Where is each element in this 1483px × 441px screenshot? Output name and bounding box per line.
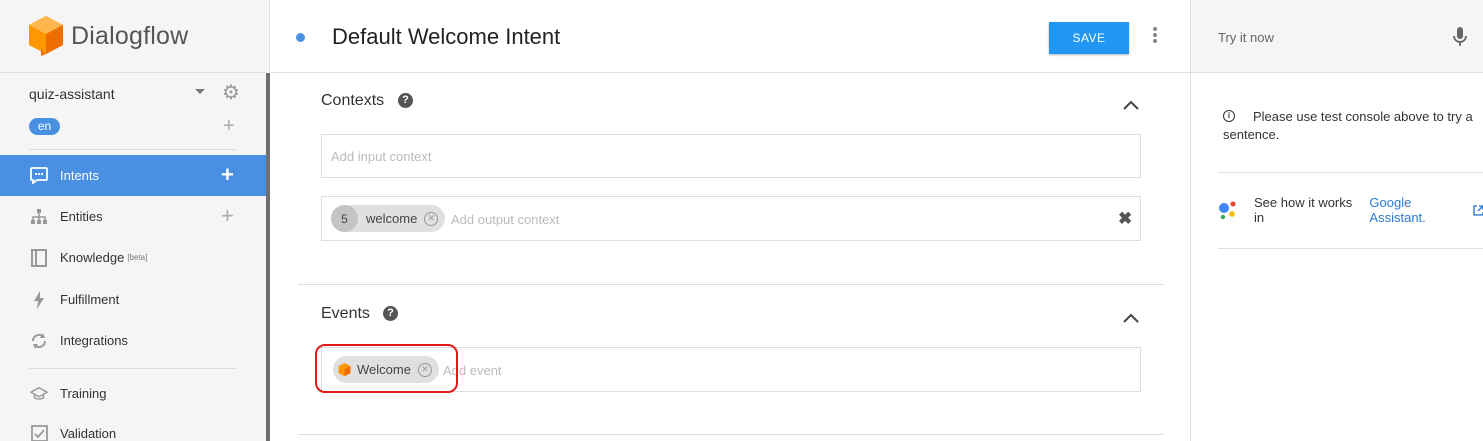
checkbox-icon <box>30 425 48 441</box>
sidebar-item-label: Fulfillment <box>60 292 120 307</box>
chevron-up-icon[interactable] <box>1123 313 1139 323</box>
intent-header: Default Welcome Intent SAVE <box>271 0 1190 73</box>
external-link-icon[interactable] <box>1473 204 1483 216</box>
more-options-icon[interactable] <box>1151 27 1159 45</box>
info-message: i Please use test console above to try a… <box>1223 108 1473 144</box>
help-icon[interactable]: ? <box>398 93 413 108</box>
try-it-now-bar[interactable]: Try it now <box>1191 0 1483 73</box>
sidebar-item-integrations[interactable]: Integrations <box>0 320 266 361</box>
sidebar-item-knowledge[interactable]: Knowledge [beta] <box>0 237 266 278</box>
brand: Dialogflow <box>0 0 266 73</box>
graduation-cap-icon <box>30 385 48 403</box>
try-it-now-input[interactable]: Try it now <box>1218 30 1274 45</box>
google-assistant-icon <box>1218 200 1242 220</box>
remove-chip-icon[interactable]: ✕ <box>424 211 439 226</box>
sidebar-item-label: Entities <box>60 209 103 224</box>
output-context-field[interactable]: 5 welcome ✕ Add output context ✖ <box>321 196 1141 241</box>
section-divider <box>298 434 1163 435</box>
info-text: Please use test console above to try a s… <box>1223 109 1473 142</box>
sidebar-item-training[interactable]: Training <box>0 373 266 414</box>
status-dot <box>296 33 305 42</box>
info-icon: i <box>1223 110 1235 122</box>
agent-name: quiz-assistant <box>29 86 115 102</box>
sidebar-item-label: Intents <box>60 168 100 183</box>
assistant-text: See how it works in <box>1254 195 1353 225</box>
save-button[interactable]: SAVE <box>1049 22 1129 54</box>
input-context-placeholder: Add input context <box>331 149 432 164</box>
highlight-annotation <box>315 344 458 393</box>
context-name: welcome <box>366 211 418 226</box>
sidebar-scrollbar[interactable] <box>266 73 270 441</box>
output-context-placeholder: Add output context <box>451 212 560 227</box>
panel-divider <box>1218 172 1483 173</box>
sidebar-item-fulfillment[interactable]: Fulfillment <box>0 279 266 320</box>
gear-icon[interactable]: ⚙ <box>221 83 241 103</box>
beta-badge: [beta] <box>127 253 148 262</box>
chevron-up-icon[interactable] <box>1123 100 1139 110</box>
app-root: Dialogflow quiz-assistant ⚙ en + Intents… <box>0 0 1483 441</box>
sidebar-item-label: Training <box>60 386 107 401</box>
add-entity-icon[interactable]: + <box>221 205 234 227</box>
help-icon[interactable]: ? <box>383 306 398 321</box>
sidebar-item-label: Validation <box>60 426 117 441</box>
chat-icon <box>30 167 48 185</box>
sidebar-item-entities[interactable]: Entities + <box>0 196 266 237</box>
output-context-chip[interactable]: 5 welcome ✕ <box>331 205 446 232</box>
hierarchy-icon <box>30 208 48 226</box>
dialogflow-logo-icon <box>29 16 63 56</box>
sidebar-item-label: Integrations <box>60 333 128 348</box>
contexts-title: Contexts <box>321 92 385 109</box>
language-chip[interactable]: en <box>29 118 60 135</box>
add-intent-icon[interactable]: + <box>221 164 234 186</box>
google-assistant-link[interactable]: Google Assistant. <box>1369 195 1470 225</box>
google-assistant-row: See how it works in Google Assistant. <box>1218 195 1483 225</box>
contexts-section: Contexts ? Add input context 5 welcome ✕… <box>298 73 1163 284</box>
sidebar-item-label: Knowledge <box>60 250 125 265</box>
language-row: en + <box>29 116 244 138</box>
sync-icon <box>30 332 48 350</box>
sidebar-divider <box>29 149 237 150</box>
panel-divider <box>1218 248 1483 249</box>
sidebar-item-intents[interactable]: Intents + <box>0 155 266 196</box>
input-context-field[interactable]: Add input context <box>321 134 1141 178</box>
bolt-icon <box>30 290 48 309</box>
sidebar-item-validation[interactable]: Validation <box>0 413 266 441</box>
caret-down-icon[interactable] <box>195 89 205 94</box>
clear-contexts-icon[interactable]: ✖ <box>1118 210 1132 227</box>
context-lifespan[interactable]: 5 <box>331 205 358 232</box>
sidebar-divider <box>29 368 237 369</box>
sidebar: Dialogflow quiz-assistant ⚙ en + Intents… <box>0 0 270 441</box>
book-icon <box>30 248 48 267</box>
brand-name: Dialogflow <box>71 21 189 50</box>
microphone-icon[interactable] <box>1453 26 1467 48</box>
events-title: Events <box>321 305 370 322</box>
test-console-panel: Try it now i Please use test console abo… <box>1190 0 1483 441</box>
add-language-icon[interactable]: + <box>223 116 235 136</box>
intent-title[interactable]: Default Welcome Intent <box>332 24 560 50</box>
agent-selector[interactable]: quiz-assistant ⚙ <box>29 83 244 104</box>
